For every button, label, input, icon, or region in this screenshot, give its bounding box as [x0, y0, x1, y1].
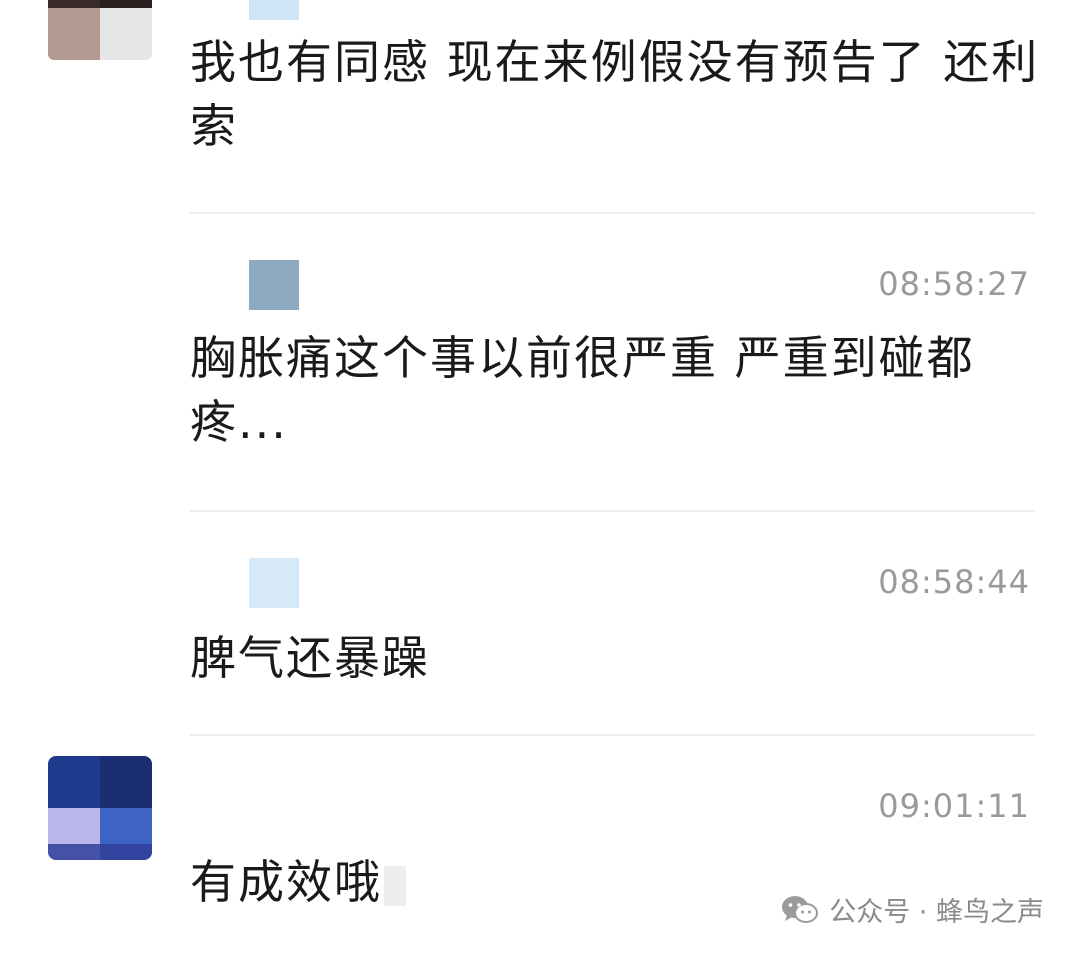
comment-text: 胸胀痛这个事以前很严重 严重到碰都疼...: [190, 331, 975, 449]
comment-text: 有成效哦: [190, 855, 382, 909]
blurred-username: [249, 558, 299, 608]
avatar[interactable]: [48, 756, 152, 860]
comment-timestamp: 08:58:27: [878, 265, 1030, 303]
divider: [190, 734, 1035, 736]
comment-timestamp: 08:58:44: [878, 563, 1030, 601]
comment-timestamp: 09:01:11: [878, 787, 1030, 825]
avatar-mosaic-block: [48, 0, 100, 8]
wechat-icon: [781, 894, 819, 926]
watermark-text: 公众号 · 蜂鸟之声: [829, 897, 1044, 928]
blurred-username: [249, 0, 299, 20]
comment-text: 我也有同感 现在来例假没有预告了 还利索: [190, 35, 1040, 153]
avatar-mosaic-block: [48, 844, 152, 860]
blur-mask: [384, 865, 406, 906]
divider: [190, 510, 1035, 512]
watermark: 公众号 · 蜂鸟之声: [781, 890, 1044, 929]
avatar-mosaic-block: [100, 0, 152, 8]
divider: [190, 212, 1035, 214]
avatar-mosaic-block: [48, 8, 100, 60]
avatar-mosaic-block: [100, 756, 152, 808]
comment-text: 脾气还暴躁: [190, 631, 430, 685]
avatar-mosaic-block: [48, 756, 100, 808]
avatar[interactable]: [48, 0, 152, 60]
avatar-mosaic-block: [100, 8, 152, 60]
blurred-username: [249, 260, 299, 310]
